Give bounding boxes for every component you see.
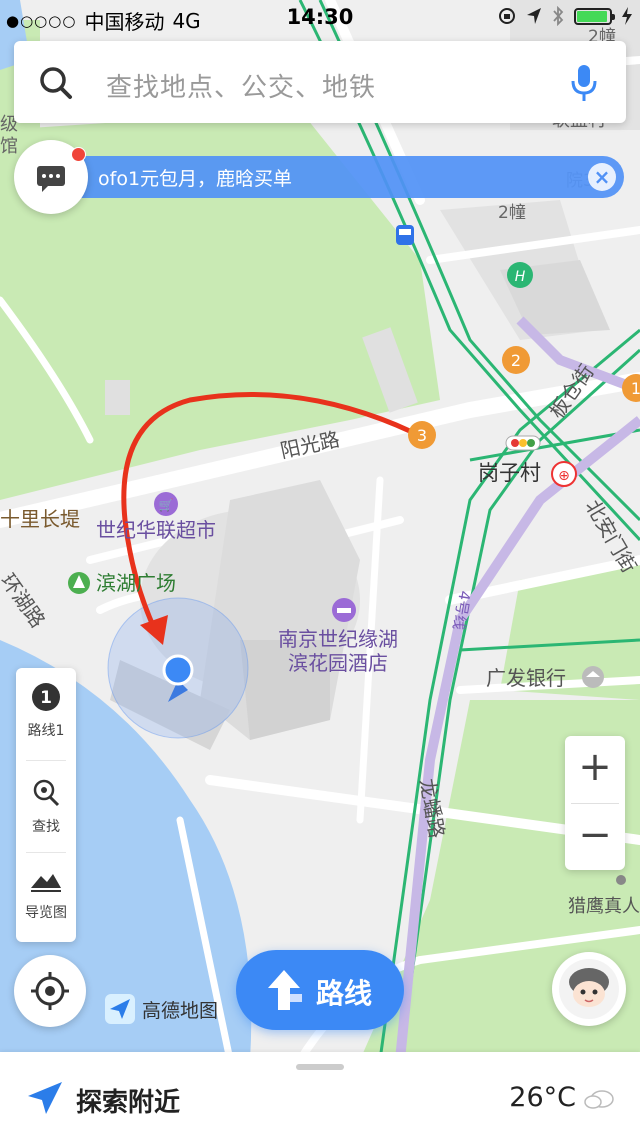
park-icon bbox=[68, 572, 90, 594]
hotel-h-icon: H bbox=[507, 262, 533, 288]
metro-station-icon: ⊕ bbox=[551, 461, 577, 487]
crosshair-icon bbox=[31, 972, 69, 1010]
route-button-label: 路线 bbox=[316, 977, 373, 1010]
hotel-bed-icon bbox=[332, 598, 356, 622]
marker-3[interactable]: 3 bbox=[408, 421, 436, 449]
battery-icon bbox=[574, 7, 615, 25]
zoom-in-button[interactable]: + bbox=[565, 736, 625, 802]
charging-icon bbox=[622, 7, 632, 25]
poi-label[interactable]: 广发银行 bbox=[486, 666, 566, 690]
rotation-lock-icon bbox=[499, 8, 515, 24]
search-input[interactable]: 查找地点、公交、地铁 bbox=[106, 67, 376, 104]
divider bbox=[26, 852, 66, 853]
svg-text:1: 1 bbox=[40, 688, 52, 708]
status-right bbox=[498, 6, 632, 26]
route-number-icon: 1 bbox=[32, 683, 60, 711]
poi-label[interactable]: 滨花园酒店 bbox=[288, 651, 388, 675]
marker-2[interactable]: 2 bbox=[502, 346, 530, 374]
bluetooth-icon bbox=[553, 6, 564, 26]
tool-label: 导览图 bbox=[25, 905, 67, 921]
bottom-sheet[interactable]: 探索附近 26°C bbox=[0, 1052, 640, 1138]
tool-label: 查找 bbox=[32, 819, 60, 835]
drag-handle[interactable] bbox=[296, 1064, 344, 1070]
divider bbox=[26, 760, 66, 761]
poi-dot bbox=[616, 875, 626, 885]
zoom-out-button[interactable]: − bbox=[565, 804, 625, 870]
bank-icon bbox=[582, 666, 604, 688]
logo-text: 高德地图 bbox=[142, 999, 219, 1022]
search-location-icon bbox=[33, 779, 60, 807]
locate-me-button[interactable] bbox=[14, 955, 86, 1027]
bus-stop-icon bbox=[396, 225, 414, 245]
amap-logo-icon bbox=[105, 994, 135, 1024]
microphone-icon[interactable] bbox=[570, 63, 598, 103]
building-label: 2幢 bbox=[498, 203, 526, 223]
poi-label[interactable]: 世纪华联超市 bbox=[96, 518, 216, 542]
svg-text:1: 1 bbox=[631, 379, 640, 398]
message-button[interactable] bbox=[14, 140, 88, 214]
supermarket-icon: 🛒 bbox=[154, 492, 178, 516]
svg-text:⊕: ⊕ bbox=[558, 468, 570, 484]
close-icon[interactable]: × bbox=[588, 163, 616, 191]
svg-text:3: 3 bbox=[417, 426, 427, 445]
building-small bbox=[105, 380, 130, 415]
weather-widget[interactable]: 26°C bbox=[509, 1082, 616, 1113]
notification-dot bbox=[71, 147, 86, 162]
mascot-avatar-button[interactable] bbox=[552, 952, 626, 1026]
svg-text:2: 2 bbox=[511, 351, 521, 370]
banner-text[interactable]: ofo1元包月，鹿晗买单 bbox=[98, 164, 292, 191]
promo-banner[interactable]: ofo1元包月，鹿晗买单 × bbox=[78, 156, 624, 198]
route-number-button[interactable]: 1 路线1 bbox=[16, 682, 76, 740]
explore-nearby-label[interactable]: 探索附近 bbox=[76, 1082, 180, 1119]
location-arrow-icon bbox=[527, 8, 541, 24]
guide-map-button[interactable]: 导览图 bbox=[16, 868, 76, 922]
poi-label[interactable]: 猎鹰真人 bbox=[568, 896, 640, 917]
current-location-dot bbox=[162, 654, 194, 686]
route-button[interactable]: 路线 bbox=[236, 950, 404, 1030]
zoom-control: + − bbox=[565, 736, 625, 870]
search-icon bbox=[40, 67, 72, 99]
poi-label[interactable]: 滨湖广场 bbox=[96, 571, 176, 595]
left-toolbar: 1 路线1 查找 导览图 bbox=[16, 668, 76, 942]
amap-logo: 高德地图 bbox=[104, 993, 218, 1025]
search-nearby-button[interactable]: 查找 bbox=[16, 778, 76, 836]
status-bar: ●○○○○ 中国移动 4G 14:30 bbox=[0, 0, 640, 36]
navigation-arrow-icon bbox=[28, 1082, 62, 1114]
poi-label[interactable]: 南京世纪缘湖 bbox=[278, 627, 398, 651]
svg-text:🛒: 🛒 bbox=[159, 498, 174, 512]
svg-text:H: H bbox=[515, 269, 526, 285]
tool-label: 路线1 bbox=[27, 723, 65, 739]
route-arrow-icon bbox=[268, 970, 302, 1010]
temperature: 26°C bbox=[509, 1082, 576, 1113]
cloudy-icon bbox=[584, 1089, 614, 1109]
traffic-light-icon bbox=[505, 435, 541, 451]
search-bar[interactable]: 查找地点、公交、地铁 bbox=[14, 41, 626, 123]
road-label: 十里长堤 bbox=[0, 507, 80, 531]
guide-map-icon bbox=[31, 874, 61, 892]
mascot-icon bbox=[559, 959, 619, 1019]
metro-station-label[interactable]: 岗子村 bbox=[478, 461, 541, 485]
